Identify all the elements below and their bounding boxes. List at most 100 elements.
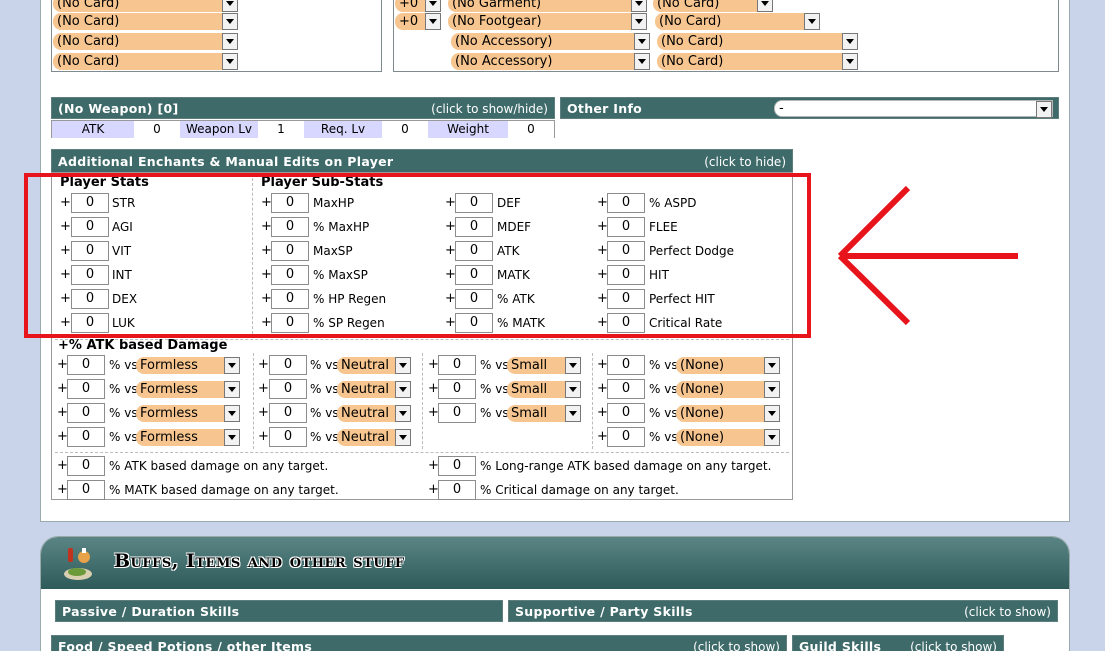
damage-type-select-value: (None) [680, 382, 725, 397]
chevron-down-icon [224, 405, 240, 422]
chevron-down-icon [425, 0, 441, 12]
damage-type-select-value: (None) [680, 430, 725, 445]
damage-input[interactable]: 0 [67, 379, 105, 399]
chevron-down-icon [764, 357, 780, 374]
damage-type-select[interactable]: Small [507, 381, 581, 398]
damage-type-select[interactable]: Neutral [337, 429, 411, 446]
plus-sign: + [258, 381, 269, 396]
damage-input[interactable]: 0 [67, 403, 105, 423]
chevron-down-icon [222, 33, 238, 50]
equip-card-select[interactable]: (No Card) [655, 13, 820, 30]
food-items-header[interactable]: Food / Speed Potions / other Items (clic… [51, 635, 787, 651]
equip-item-select[interactable]: (No Accessory) [451, 53, 650, 70]
equip-card-select[interactable]: (No Card) [653, 0, 773, 12]
refine-select-value: +0 [399, 14, 419, 29]
damage-input[interactable]: 0 [269, 427, 307, 447]
damage-type-select[interactable]: Formless [136, 405, 240, 422]
damage-input[interactable]: 0 [607, 379, 645, 399]
refine-select[interactable]: +0 [395, 13, 441, 30]
supportive-skills-title: Supportive / Party Skills [515, 604, 693, 619]
passive-skills-header[interactable]: Passive / Duration Skills [55, 600, 503, 622]
damage-type-select[interactable]: Small [507, 357, 581, 374]
enchants-toggle[interactable]: (click to hide) [704, 150, 786, 174]
damage-type-select[interactable]: Formless [136, 381, 240, 398]
equip-item-select-value: (No Footgear) [452, 14, 542, 29]
enchants-title: Additional Enchants & Manual Edits on Pl… [58, 154, 394, 169]
bonus-label: % MATK based damage on any target. [109, 483, 339, 497]
damage-type-select[interactable]: (None) [676, 381, 780, 398]
damage-type-select[interactable]: Formless [136, 357, 240, 374]
damage-divider [592, 353, 593, 449]
damage-input[interactable]: 0 [269, 403, 307, 423]
supportive-skills-header[interactable]: Supportive / Party Skills (click to show… [508, 600, 1058, 622]
chevron-down-icon [224, 357, 240, 374]
bonus-input[interactable]: 0 [67, 480, 105, 500]
chevron-down-icon [565, 381, 581, 398]
damage-divider [422, 353, 423, 449]
guild-skills-header[interactable]: Guild Skills (click to show) [792, 635, 1004, 651]
plus-sign: + [258, 429, 269, 444]
bonus-input[interactable]: 0 [67, 456, 105, 476]
atk-damage-header: +% ATK based Damage [58, 338, 228, 353]
vs-label: % vs [310, 382, 339, 396]
chevron-down-icon [842, 53, 858, 70]
vs-label: % vs [649, 382, 678, 396]
other-info-select[interactable]: - [774, 100, 1053, 118]
buffs-title: Buffs, Items and other stuff [114, 550, 405, 572]
bonus-input[interactable]: 0 [438, 456, 476, 476]
damage-input[interactable]: 0 [269, 355, 307, 375]
food-toggle[interactable]: (click to show) [693, 636, 780, 651]
damage-input[interactable]: 0 [607, 427, 645, 447]
supportive-toggle[interactable]: (click to show) [964, 601, 1051, 623]
left-card-select[interactable]: (No Card) [53, 53, 238, 70]
weapon-header[interactable]: (No Weapon) [0] (click to show/hide) [51, 97, 555, 119]
equip-item-select[interactable]: (No Garment) [448, 0, 647, 12]
left-card-select[interactable]: (No Card) [53, 0, 238, 12]
bottom-divider [55, 452, 789, 453]
guild-toggle[interactable]: (click to show) [910, 636, 997, 651]
damage-type-select[interactable]: Formless [136, 429, 240, 446]
refine-select-value: +0 [399, 0, 419, 11]
weapon-toggle[interactable]: (click to show/hide) [431, 98, 548, 120]
damage-type-select[interactable]: (None) [676, 405, 780, 422]
left-card-select-value: (No Card) [57, 14, 120, 29]
bonus-input[interactable]: 0 [438, 480, 476, 500]
equip-card-select[interactable]: (No Card) [657, 33, 858, 50]
damage-type-select[interactable]: Neutral [337, 357, 411, 374]
damage-input[interactable]: 0 [67, 427, 105, 447]
chevron-down-icon [222, 13, 238, 30]
equip-item-select[interactable]: (No Accessory) [451, 33, 650, 50]
bonus-label: % Long-range ATK based damage on any tar… [480, 459, 772, 473]
weight-value: 0 [508, 121, 554, 138]
damage-type-select[interactable]: Neutral [337, 405, 411, 422]
chevron-down-icon [804, 13, 820, 30]
req-lv-label: Req. Lv [304, 121, 382, 138]
damage-type-select[interactable]: Small [507, 405, 581, 422]
damage-input[interactable]: 0 [607, 355, 645, 375]
chevron-down-icon [425, 13, 441, 30]
equip-card-select-value: (No Card) [657, 0, 720, 11]
weapon-lv-label: Weapon Lv [180, 121, 258, 138]
damage-type-select[interactable]: (None) [676, 357, 780, 374]
damage-input[interactable]: 0 [438, 403, 476, 423]
left-card-select[interactable]: (No Card) [53, 33, 238, 50]
left-card-select[interactable]: (No Card) [53, 13, 238, 30]
chevron-down-icon [1036, 101, 1052, 118]
vs-label: % vs [480, 358, 509, 372]
equip-card-select-value: (No Card) [661, 54, 724, 69]
chevron-down-icon [222, 0, 238, 12]
damage-input[interactable]: 0 [438, 355, 476, 375]
damage-type-select[interactable]: (None) [676, 429, 780, 446]
damage-input[interactable]: 0 [269, 379, 307, 399]
damage-type-select[interactable]: Neutral [337, 381, 411, 398]
chevron-down-icon [842, 33, 858, 50]
damage-input[interactable]: 0 [607, 403, 645, 423]
enchants-header[interactable]: Additional Enchants & Manual Edits on Pl… [51, 149, 793, 173]
damage-input[interactable]: 0 [438, 379, 476, 399]
refine-select[interactable]: +0 [395, 0, 441, 12]
equip-card-select[interactable]: (No Card) [657, 53, 858, 70]
damage-input[interactable]: 0 [67, 355, 105, 375]
damage-type-select-value: Neutral [341, 430, 389, 445]
equip-item-select[interactable]: (No Footgear) [448, 13, 647, 30]
other-info-value: - [779, 101, 784, 116]
